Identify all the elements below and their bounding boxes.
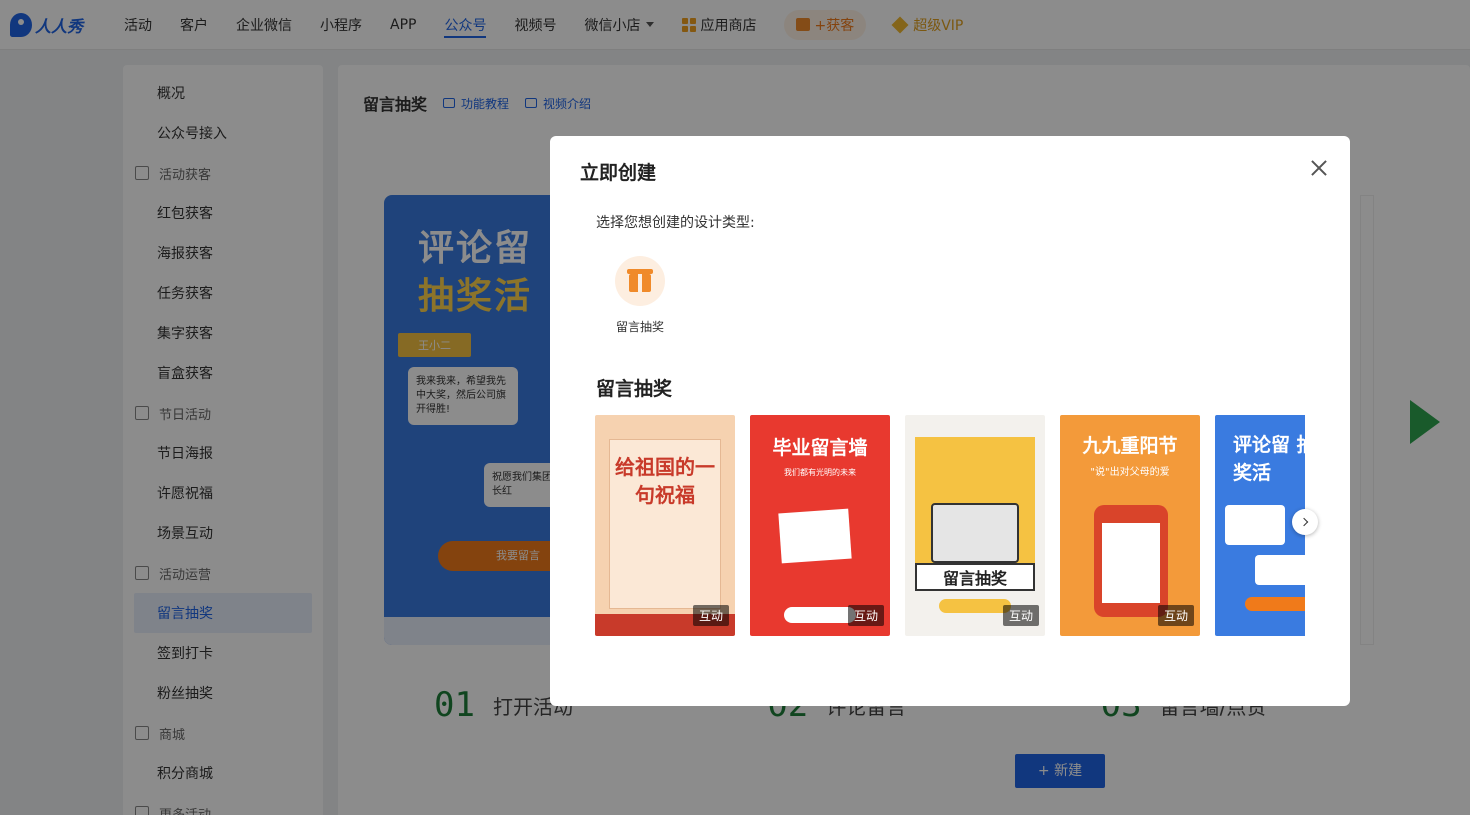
template-subtitle: "说"出对父母的爱	[1090, 467, 1170, 478]
type-label: 留言抽奖	[615, 320, 664, 334]
type-icon-circle	[615, 256, 665, 306]
template-card[interactable]: 毕业留言墙 我们都有光明的未来 互动	[750, 415, 890, 636]
phone-screen	[1102, 523, 1160, 603]
template-badge: 互动	[847, 605, 884, 626]
template-title: 评论留 抽奖活	[1233, 434, 1305, 484]
modal-title: 立即创建	[580, 162, 657, 184]
section-title: 留言抽奖	[596, 378, 673, 400]
bubble-shape	[1255, 555, 1305, 585]
chevron-right-icon	[1299, 517, 1309, 527]
template-card[interactable]: 留言抽奖 互动	[905, 415, 1045, 636]
design-type-comment-lottery[interactable]: 留言抽奖	[610, 256, 670, 335]
modal-prompt: 选择您想创建的设计类型:	[596, 215, 755, 231]
bubble-shape	[1225, 505, 1285, 545]
carousel-next-button[interactable]	[1292, 509, 1318, 535]
template-button	[1245, 597, 1305, 611]
template-card[interactable]: 给祖国的一句祝福 互动	[595, 415, 735, 636]
template-title: 给祖国的一句祝福	[615, 455, 715, 507]
gift-icon	[627, 269, 653, 292]
template-subtitle: 我们都有光明的未来	[784, 468, 856, 477]
note-card	[778, 508, 852, 564]
template-badge: 互动	[692, 605, 729, 626]
template-title: 留言抽奖	[915, 563, 1035, 591]
box-shape	[931, 503, 1019, 563]
template-button	[784, 607, 856, 623]
template-button	[939, 599, 1011, 613]
template-badge: 互动	[1002, 605, 1039, 626]
create-modal: 立即创建 选择您想创建的设计类型: 留言抽奖 留言抽奖 给祖国的一句祝福 互动 …	[550, 136, 1350, 706]
close-icon[interactable]	[1309, 158, 1329, 178]
template-title: 九九重阳节	[1082, 435, 1178, 457]
template-title: 毕业留言墙	[772, 437, 868, 459]
template-card[interactable]: 九九重阳节 "说"出对父母的爱 互动	[1060, 415, 1200, 636]
template-badge: 互动	[1157, 605, 1194, 626]
template-carousel: 给祖国的一句祝福 互动 毕业留言墙 我们都有光明的未来 互动 留言抽奖 互动 九…	[595, 415, 1305, 636]
